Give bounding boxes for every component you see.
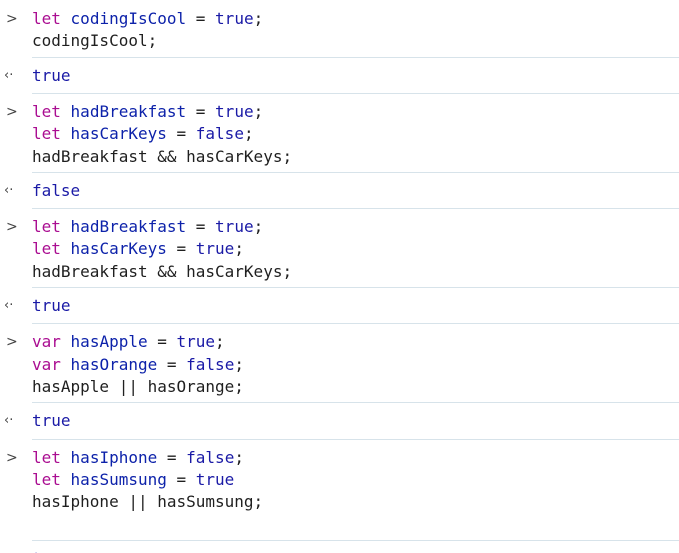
- code-token-plain: =: [186, 217, 216, 237]
- console-divider: [32, 323, 679, 325]
- console-input-line[interactable]: hasApple || hasOrange;: [32, 376, 244, 398]
- code-token-val: true: [215, 101, 254, 121]
- code-token-val: false: [186, 447, 235, 467]
- console-input-line[interactable]: let hasIphone = false;: [32, 447, 244, 469]
- code-token-val: true: [176, 332, 216, 352]
- code-token-val: true: [215, 217, 254, 237]
- input-prompt-icon: >: [6, 449, 18, 466]
- console-input-line[interactable]: hadBreakfast && hasCarKeys;: [32, 146, 292, 168]
- console-input-line[interactable]: var hasOrange = false;: [32, 354, 244, 376]
- code-token-kw: let: [32, 447, 61, 467]
- console-input-line[interactable]: codingIsCool;: [32, 30, 157, 52]
- input-prompt-icon: >: [6, 11, 18, 27]
- code-token-plain: ;: [253, 101, 264, 121]
- code-token-plain: hasIphone || hasSumsung;: [32, 492, 264, 512]
- console-output-value[interactable]: true: [32, 65, 71, 87]
- output-prompt-icon: ‹·: [4, 298, 14, 313]
- console-input-line[interactable]: let hasCarKeys = true;: [32, 238, 244, 260]
- console-divider: [32, 208, 679, 210]
- code-token-val: false: [186, 354, 235, 374]
- console-divider: [32, 287, 679, 288]
- code-token-plain: =: [186, 9, 216, 28]
- code-token-kw: let: [32, 469, 61, 489]
- console-output-value[interactable]: true: [32, 548, 71, 553]
- code-token-plain: ;: [243, 124, 254, 144]
- console-input-line[interactable]: let hadBreakfast = true;: [32, 216, 263, 238]
- output-prompt-icon: ‹·: [4, 182, 14, 198]
- console-input-line[interactable]: var hasApple = true;: [32, 331, 225, 353]
- code-token-kw: var: [32, 332, 61, 352]
- code-token-val: false: [195, 124, 244, 144]
- code-token-var: hasCarKeys: [70, 124, 167, 144]
- console-divider: [32, 56, 679, 58]
- code-token-var: codingIsCool: [70, 9, 187, 28]
- code-token-plain: hasApple || hasOrange;: [32, 376, 244, 396]
- code-token-plain: =: [147, 332, 177, 352]
- console-input-line[interactable]: hasIphone || hasSumsung;: [32, 491, 263, 513]
- code-token-plain: =: [157, 354, 187, 374]
- code-token-val: true: [195, 239, 235, 259]
- code-token-plain: ;: [234, 354, 244, 374]
- code-token-var: hasOrange: [70, 354, 158, 374]
- code-token-var: hasCarKeys: [70, 239, 167, 259]
- code-token-kw: var: [32, 354, 61, 374]
- code-token-val: true: [195, 469, 235, 489]
- code-token-plain: =: [166, 469, 196, 489]
- code-token-var: hasIphone: [70, 447, 158, 467]
- code-token-var: hasApple: [70, 332, 148, 352]
- output-prompt-icon: ‹·: [4, 67, 14, 83]
- console-input-line[interactable]: let hasCarKeys = false;: [32, 123, 254, 145]
- input-prompt-icon: >: [6, 334, 18, 351]
- console-input-line[interactable]: let hasSumsung = true: [32, 469, 234, 491]
- code-token-plain: =: [157, 447, 187, 467]
- output-prompt-icon: ‹·: [4, 413, 14, 429]
- code-token-kw: let: [32, 124, 61, 144]
- code-token-kw: let: [32, 101, 61, 121]
- devtools-console: > let codingIsCool = true; codingIsCool; ‹·…: [0, 0, 679, 553]
- console-divider: [32, 171, 679, 173]
- console-output-value[interactable]: true: [32, 410, 71, 432]
- console-input-line[interactable]: let hadBreakfast = true;: [32, 101, 263, 123]
- code-token-plain: ;: [253, 9, 264, 28]
- code-token-plain: hadBreakfast && hasCarKeys;: [32, 261, 293, 281]
- console-divider: [32, 438, 679, 440]
- console-output-value[interactable]: true: [32, 295, 71, 317]
- code-token-plain: hadBreakfast && hasCarKeys;: [32, 146, 293, 166]
- code-token-kw: let: [32, 239, 61, 259]
- code-token-plain: =: [186, 101, 216, 121]
- code-token-val: true: [215, 9, 254, 28]
- code-token-var: hadBreakfast: [70, 217, 187, 237]
- console-input-line[interactable]: let codingIsCool = true;: [32, 8, 263, 30]
- code-token-plain: ;: [215, 332, 225, 352]
- code-token-plain: ;: [234, 447, 244, 467]
- console-divider: [32, 92, 679, 94]
- code-token-plain: codingIsCool;: [32, 31, 158, 51]
- input-prompt-icon: >: [6, 219, 18, 236]
- code-token-kw: let: [32, 9, 61, 28]
- code-token-plain: ;: [253, 217, 264, 237]
- console-divider: [32, 539, 679, 541]
- code-token-plain: ;: [234, 239, 244, 259]
- code-token-var: hasSumsung: [70, 469, 167, 489]
- code-token-plain: =: [166, 124, 196, 144]
- code-token-var: hadBreakfast: [70, 101, 187, 121]
- output-prompt-icon: ‹·: [4, 548, 24, 553]
- console-input-line[interactable]: hadBreakfast && hasCarKeys;: [32, 261, 292, 283]
- console-output-value[interactable]: false: [32, 180, 80, 202]
- code-token-plain: =: [166, 239, 196, 259]
- input-prompt-icon: >: [6, 103, 18, 120]
- console-divider: [32, 402, 679, 404]
- code-token-kw: let: [32, 217, 61, 237]
